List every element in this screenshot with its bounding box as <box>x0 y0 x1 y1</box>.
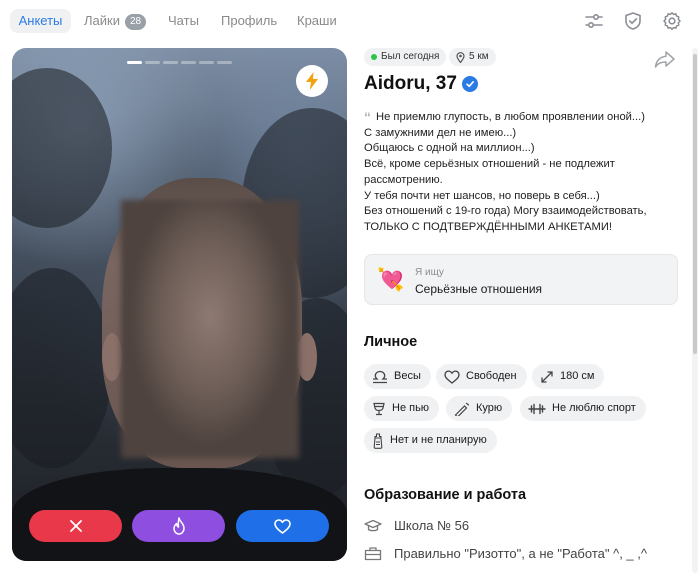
education-text: Школа № 56 <box>394 518 470 533</box>
bio-line-text: рассмотрению. <box>364 173 443 186</box>
education-item: Школа № 56 <box>364 518 469 533</box>
bio-line-text: ТОЛЬКО С ПОДТВЕРЖДЁННЫМИ АНКЕТАМИ! <box>364 220 612 233</box>
location-pin-icon <box>456 51 465 63</box>
education-section-title: Образование и работа <box>364 487 527 503</box>
like-button[interactable] <box>236 510 329 542</box>
heart-outline-icon <box>444 369 460 384</box>
tag-smoking: Курю <box>446 396 513 421</box>
action-buttons <box>29 510 329 542</box>
share-icon[interactable] <box>654 50 676 68</box>
flame-icon <box>172 517 185 535</box>
name-age: Aidoru, 37 <box>364 73 457 94</box>
photo-page-indicator[interactable] <box>217 61 232 64</box>
tag-zodiac-label: Весы <box>394 370 421 382</box>
lightning-icon <box>306 72 318 90</box>
tab-profile[interactable]: Профиль <box>221 9 277 33</box>
tab-profiles[interactable]: Анкеты <box>10 9 71 33</box>
profile-photo[interactable] <box>12 48 347 561</box>
tag-relationship: Свободен <box>436 364 527 389</box>
briefcase-icon <box>364 547 382 561</box>
bio-line: С замужними дел не имею...) <box>364 126 680 142</box>
tag-sport-label: Не люблю спорт <box>552 402 636 414</box>
dumbbell-icon <box>528 403 546 414</box>
baby-bottle-icon <box>373 432 383 449</box>
tag-alcohol-label: Не пью <box>392 402 430 414</box>
superlike-button[interactable] <box>132 510 225 542</box>
heart-icon <box>274 518 291 534</box>
tab-chats[interactable]: Чаты <box>168 9 199 33</box>
close-icon <box>69 520 82 532</box>
bio-line: Общаюсь с одной на миллион...) <box>364 141 680 157</box>
photo-page-indicator[interactable] <box>163 61 178 64</box>
tag-smoking-label: Курю <box>476 402 503 414</box>
distance-badge: 5 км <box>449 48 496 66</box>
work-text: Правильно "Ризотто", а не "Работа" ^, _ … <box>394 546 647 561</box>
photo-page-indicator[interactable] <box>181 61 196 64</box>
bio-line: Всё, кроме серьёзных отношений - не подл… <box>364 157 680 173</box>
cigarette-icon <box>454 402 470 416</box>
bio-line-text: У тебя почти нет шансов, но поверь в себ… <box>364 189 600 202</box>
photo-page-indicator[interactable] <box>127 61 142 64</box>
distance-text: 5 км <box>469 51 489 62</box>
bio-line: рассмотрению. <box>364 173 680 189</box>
photo-pagination <box>127 61 232 64</box>
bio-line-text: Не приемлю глупость, в любом проявлении … <box>376 111 645 123</box>
shield-icon[interactable] <box>623 11 643 31</box>
height-icon <box>541 370 553 383</box>
heart-arrow-icon: 💘 <box>377 267 405 292</box>
quote-icon: “ <box>364 109 371 125</box>
online-indicator <box>371 54 377 60</box>
glass-icon <box>373 402 385 415</box>
photo-background-lower-left <box>12 268 112 468</box>
bio-line-text: Общаюсь с одной на миллион...) <box>364 142 535 155</box>
bio-line: У тебя почти нет шансов, но поверь в себ… <box>364 189 680 205</box>
tag-sport: Не люблю спорт <box>520 396 646 421</box>
likes-count-badge: 28 <box>124 14 147 30</box>
photo-page-indicator[interactable] <box>199 61 214 64</box>
tag-alcohol: Не пью <box>364 396 440 421</box>
work-item: Правильно "Ризотто", а не "Работа" ^, _ … <box>364 546 647 561</box>
photo-subject-ear-left <box>102 333 122 381</box>
bio-line-text: Всё, кроме серьёзных отношений - не подл… <box>364 158 615 171</box>
tag-children: Нет и не планирую <box>364 428 497 453</box>
profile-bio: “ Не приемлю глупость, в любом проявлении… <box>364 109 680 236</box>
status-text: Был сегодня <box>381 51 440 62</box>
personal-section-title: Личное <box>364 334 418 350</box>
seeking-label: Я ищу <box>415 267 444 278</box>
bio-line: “ Не приемлю глупость, в любом проявлении… <box>364 109 680 126</box>
scrollbar-thumb[interactable] <box>693 54 697 354</box>
bio-line: Без отношений с 19-го года) Могу взаимод… <box>364 204 680 220</box>
filters-icon[interactable] <box>584 11 604 31</box>
status-badge: Был сегодня <box>364 48 447 66</box>
settings-icon[interactable] <box>662 11 682 31</box>
dislike-button[interactable] <box>29 510 122 542</box>
scrollbar[interactable] <box>692 48 698 573</box>
blurred-face <box>121 200 299 458</box>
seeking-value: Серьёзные отношения <box>415 282 543 296</box>
seeking-card: 💘 Я ищу Серьёзные отношения <box>364 254 678 305</box>
photo-background <box>12 68 112 228</box>
top-navigation: Анкеты Лайки 28 Чаты Профиль Краши <box>0 0 700 42</box>
libra-icon <box>373 370 387 383</box>
profile-name: Aidoru, 37 <box>364 73 478 95</box>
bio-line-text: С замужними дел не имею...) <box>364 126 517 139</box>
tab-likes-label: Лайки <box>84 13 120 28</box>
photo-page-indicator[interactable] <box>145 61 160 64</box>
tag-zodiac: Весы <box>364 364 431 389</box>
tag-height: 180 см <box>532 364 605 389</box>
bio-line-text: Без отношений с 19-го года) Могу взаимод… <box>364 205 647 218</box>
tab-crushes[interactable]: Краши <box>297 9 337 33</box>
graduation-cap-icon <box>364 519 382 531</box>
bio-line: ТОЛЬКО С ПОДТВЕРЖДЁННЫМИ АНКЕТАМИ! <box>364 220 680 236</box>
photo-subject-ear-right <box>297 333 317 381</box>
boost-button[interactable] <box>296 65 328 97</box>
tag-height-label: 180 см <box>560 370 595 382</box>
tag-relationship-label: Свободен <box>466 370 517 382</box>
tab-likes[interactable]: Лайки 28 <box>84 9 147 33</box>
tag-children-label: Нет и не планирую <box>390 434 487 446</box>
verified-icon <box>461 76 478 92</box>
